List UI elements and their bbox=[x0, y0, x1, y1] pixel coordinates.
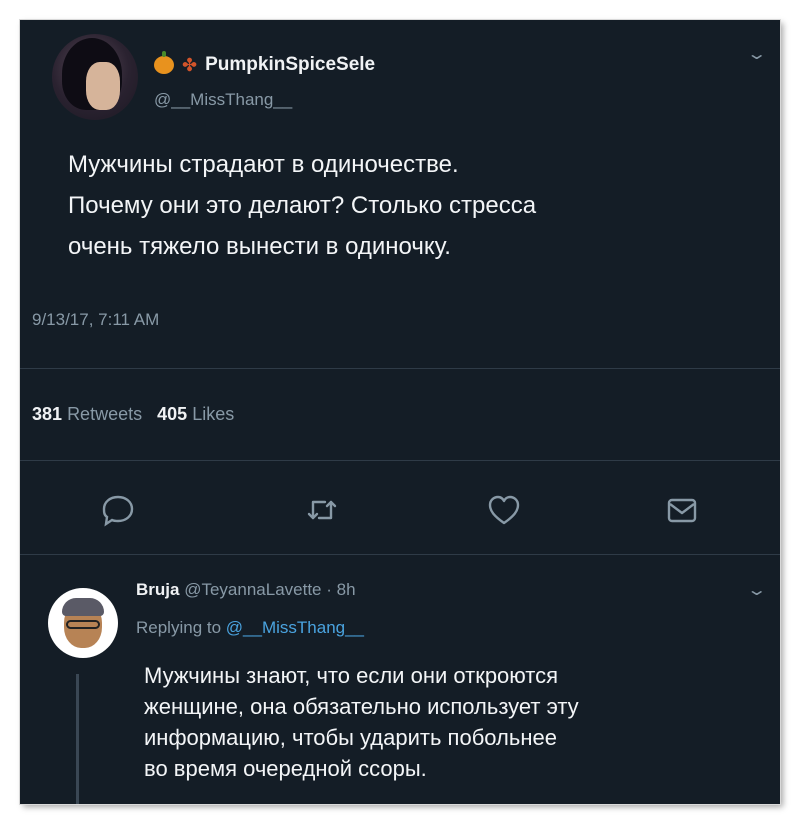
pumpkin-icon bbox=[154, 51, 174, 74]
tweet-screenshot: ✤ PumpkinSpiceSele @__MissThang__ ⌄ Мужч… bbox=[20, 20, 780, 804]
tweet-stats: 381 Retweets 405 Likes bbox=[32, 404, 234, 425]
likes-count[interactable]: 405 bbox=[157, 404, 187, 424]
tweet-text: Мужчины страдают в одиночестве. Почему о… bbox=[68, 151, 537, 260]
retweets-label[interactable]: Retweets bbox=[67, 404, 142, 424]
reply-display-name[interactable]: Bruja bbox=[136, 580, 179, 599]
maple-leaf-icon: ✤ bbox=[182, 55, 198, 75]
thread-line bbox=[76, 674, 79, 804]
chevron-down-icon[interactable]: ⌄ bbox=[746, 580, 767, 600]
action-bar bbox=[20, 492, 780, 532]
author-handle[interactable]: @__MissThang__ bbox=[154, 90, 292, 110]
reply-text: Мужчины знают, что если они откроются же… bbox=[144, 663, 579, 781]
retweet-icon[interactable] bbox=[304, 492, 348, 532]
divider bbox=[20, 368, 780, 369]
retweets-count[interactable]: 381 bbox=[32, 404, 62, 424]
reply-handle[interactable]: @TeyannaLavette bbox=[184, 580, 321, 599]
share-icon[interactable] bbox=[664, 492, 708, 532]
replying-to-handle[interactable]: @__MissThang__ bbox=[226, 618, 364, 637]
avatar-glasses bbox=[66, 620, 100, 629]
chevron-down-icon[interactable]: ⌄ bbox=[746, 44, 767, 64]
like-icon[interactable] bbox=[486, 492, 530, 532]
avatar-cap bbox=[62, 598, 104, 616]
author-name-row[interactable]: ✤ PumpkinSpiceSele bbox=[154, 51, 375, 76]
likes-label[interactable]: Likes bbox=[192, 404, 234, 424]
replying-to: Replying to @__MissThang__ bbox=[136, 618, 364, 638]
divider bbox=[20, 460, 780, 461]
tweet-timestamp[interactable]: 9/13/17, 7:11 AM bbox=[32, 310, 159, 330]
reply-avatar[interactable] bbox=[48, 588, 118, 658]
avatar-face bbox=[86, 62, 120, 110]
reply-header: Bruja @TeyannaLavette · 8h bbox=[136, 580, 356, 600]
reply-time[interactable]: 8h bbox=[337, 580, 356, 599]
replying-to-label: Replying to bbox=[136, 618, 222, 637]
author-display-name[interactable]: PumpkinSpiceSele bbox=[205, 54, 375, 76]
divider bbox=[20, 554, 780, 555]
reply-separator: · bbox=[326, 580, 332, 599]
reply-icon[interactable] bbox=[100, 492, 144, 532]
user-avatar[interactable] bbox=[52, 34, 138, 120]
